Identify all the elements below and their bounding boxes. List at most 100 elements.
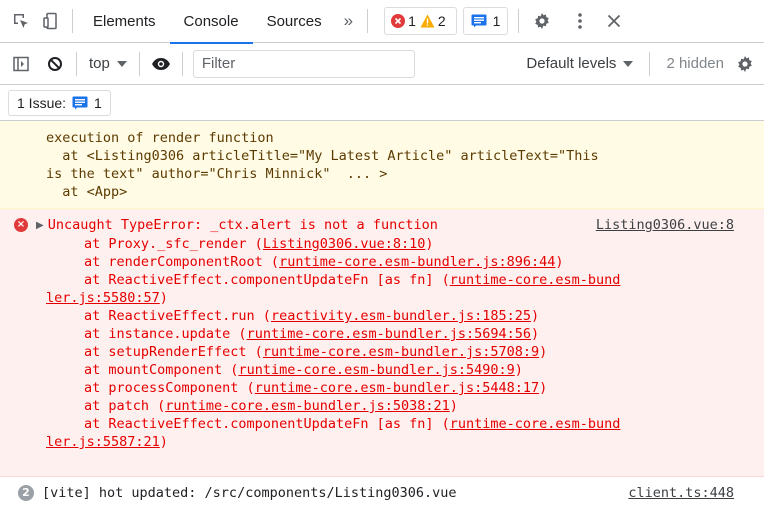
frame-suffix: ) — [449, 398, 458, 414]
frame-source-link[interactable]: runtime-core.esm-bundler.js:5694:56 — [247, 326, 531, 342]
sidebar-toggle-icon[interactable] — [6, 49, 36, 79]
issues-count: 1 — [94, 94, 102, 111]
inspect-element-icon[interactable] — [6, 6, 36, 36]
tab-sources[interactable]: Sources — [253, 0, 336, 43]
dropdown-arrow-icon — [116, 60, 127, 67]
messages-button[interactable]: 1 — [462, 7, 509, 35]
divider — [649, 51, 651, 76]
warning-line: at <Listing0306 articleTitle="My Latest … — [46, 148, 599, 164]
frame-suffix: ) — [539, 380, 548, 396]
frame-source-link[interactable]: runtime-core.esm-bundler.js:896:44 — [279, 254, 555, 270]
frame-suffix: ) — [531, 308, 540, 324]
frame-source-link[interactable]: runtime-core.esm-bundler.js:5708:9 — [263, 344, 539, 360]
stack-frame: at mountComponent (runtime-core.esm-bund… — [0, 361, 764, 379]
frame-source-link[interactable]: reactivity.esm-bundler.js:185:25 — [271, 308, 531, 324]
settings-gear-icon[interactable] — [527, 6, 557, 36]
frame-function: at mountComponent ( — [84, 362, 239, 378]
warning-count: 2 — [437, 13, 446, 29]
console-error-message: × ▶ Uncaught TypeError: _ctx.alert is no… — [0, 209, 764, 477]
stack-frame: at ReactiveEffect.run (reactivity.esm-bu… — [0, 307, 764, 325]
info-text: [vite] hot updated: /src/components/List… — [42, 484, 457, 501]
message-count: 1 — [492, 13, 501, 29]
divider — [367, 9, 369, 33]
issues-bar: 1 Issue: 1 — [0, 85, 764, 121]
message-icon — [471, 14, 487, 28]
frame-source-link[interactable]: runtime-core.esm-bund — [450, 416, 621, 432]
frame-source-link[interactable]: runtime-core.esm-bundler.js:5038:21 — [165, 398, 449, 414]
dropdown-arrow-icon — [623, 60, 634, 67]
tab-label: Sources — [266, 12, 322, 30]
divider — [518, 9, 520, 33]
stack-frame: at Proxy._sfc_render (Listing0306.vue:8:… — [0, 235, 764, 253]
stack-frame: at processComponent (runtime-core.esm-bu… — [0, 379, 764, 397]
frame-function: at renderComponentRoot ( — [84, 254, 280, 270]
frame-suffix: ) — [425, 236, 434, 252]
frame-suffix: ) — [531, 326, 540, 342]
expand-triangle-icon[interactable]: ▶ — [36, 217, 44, 235]
stack-frame: at ReactiveEffect.componentUpdateFn [as … — [0, 415, 764, 433]
console-warning-message: x execution of render function at <Listi… — [0, 121, 764, 209]
more-tabs-button[interactable]: » — [336, 0, 361, 43]
tab-elements[interactable]: Elements — [79, 0, 170, 43]
context-selector[interactable]: top — [83, 55, 133, 72]
frame-source-link[interactable]: Listing0306.vue:8:10 — [263, 236, 426, 252]
frame-source-link[interactable]: runtime-core.esm-bundler.js:5448:17 — [255, 380, 539, 396]
frame-function: at instance.update ( — [84, 326, 247, 342]
more-tabs-label: » — [343, 11, 354, 30]
more-options-icon[interactable] — [565, 6, 595, 36]
frame-suffix: ) — [555, 254, 564, 270]
stack-frame: at ReactiveEffect.componentUpdateFn [as … — [0, 271, 764, 289]
error-icon — [391, 14, 406, 28]
stack-frame: at setupRenderEffect (runtime-core.esm-b… — [0, 343, 764, 361]
divider — [76, 51, 77, 76]
context-label: top — [89, 55, 110, 72]
frame-source-link[interactable]: ler.js:5580:57 — [46, 290, 160, 306]
issues-button[interactable]: 1 Issue: 1 — [8, 89, 111, 116]
frame-source-link[interactable]: runtime-core.esm-bund — [450, 272, 621, 288]
divider — [181, 51, 183, 76]
log-levels-label: Default levels — [526, 55, 617, 72]
frame-source-link[interactable]: runtime-core.esm-bundler.js:5490:9 — [238, 362, 514, 378]
warning-line: is the text" author="Chris Minnick" ... … — [46, 166, 388, 182]
issues-label: 1 Issue: — [17, 94, 67, 111]
warning-line: execution of render function — [46, 130, 274, 146]
console-toolbar: top Default levels 2 hidden — [0, 43, 764, 85]
frame-function: at Proxy._sfc_render ( — [84, 236, 263, 252]
frame-suffix: ) — [159, 290, 168, 306]
frame-source-link[interactable]: ler.js:5587:21 — [46, 434, 160, 450]
frame-function: at patch ( — [84, 398, 166, 414]
stack-frame: ler.js:5580:57) — [0, 289, 764, 307]
tab-label: Console — [183, 12, 239, 30]
error-count: 1 — [408, 13, 416, 29]
repeat-count-badge: 2 — [18, 484, 34, 501]
warning-line: at <App> — [46, 184, 128, 200]
filter-input[interactable] — [192, 49, 415, 78]
console-settings-gear-icon[interactable] — [730, 49, 760, 79]
stack-frame: at patch (runtime-core.esm-bundler.js:50… — [0, 397, 764, 415]
error-source-link[interactable]: Listing0306.vue:8 — [596, 216, 734, 234]
close-icon[interactable] — [599, 6, 629, 36]
stack-frame: at renderComponentRoot (runtime-core.esm… — [0, 253, 764, 271]
log-levels-dropdown[interactable]: Default levels — [520, 55, 639, 72]
issue-counter-button[interactable]: 1 2 — [384, 7, 457, 35]
error-text: Uncaught TypeError: _ctx.alert is not a … — [47, 217, 438, 233]
divider — [72, 9, 73, 33]
clear-console-icon[interactable] — [40, 49, 70, 79]
stack-frame: at instance.update (runtime-core.esm-bun… — [0, 325, 764, 343]
frame-suffix: ) — [539, 344, 548, 360]
stack-trace: at Proxy._sfc_render (Listing0306.vue:8:… — [0, 235, 764, 451]
device-toolbar-icon[interactable] — [36, 6, 66, 36]
divider — [138, 51, 140, 76]
console-info-message: 2 [vite] hot updated: /src/components/Li… — [0, 477, 764, 508]
message-icon — [72, 96, 88, 109]
frame-function: at ReactiveEffect.componentUpdateFn [as … — [84, 416, 450, 432]
live-expression-eye-icon[interactable] — [146, 49, 176, 79]
error-header[interactable]: × ▶ Uncaught TypeError: _ctx.alert is no… — [0, 216, 764, 235]
info-source-link[interactable]: client.ts:448 — [628, 484, 734, 502]
frame-function: at ReactiveEffect.run ( — [84, 308, 271, 324]
warning-icon — [420, 14, 435, 28]
hidden-messages-count: 2 hidden — [666, 55, 724, 72]
tab-console[interactable]: Console — [169, 0, 253, 44]
frame-function: at processComponent ( — [84, 380, 255, 396]
frame-function: at setupRenderEffect ( — [84, 344, 263, 360]
